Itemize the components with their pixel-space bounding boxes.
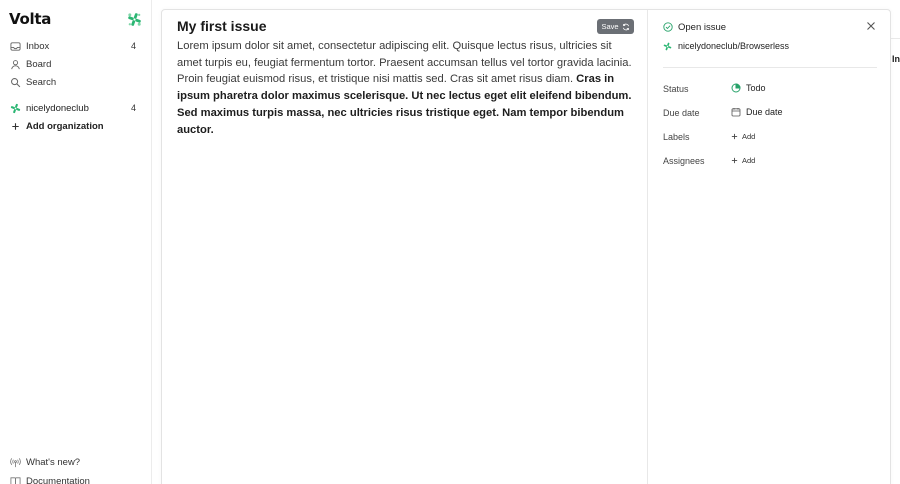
repository-name: nicelydoneclub/Browserless [678,41,790,51]
issue-modal: My first issue Save Lorem ipsum dolor si… [161,9,891,484]
truncated-heading: In [892,54,900,64]
documentation-link[interactable]: Documentation [10,473,142,484]
due-date-picker[interactable]: Due date [731,107,783,117]
sidebar: Volta Inbox 4 Board Search nicelydoneclu… [0,0,152,484]
sidebar-item-label: Add organization [26,120,104,132]
search-icon [11,77,21,87]
save-button[interactable]: Save [597,19,634,34]
inbox-icon [10,41,21,51]
plus-icon [12,122,19,130]
user-icon [11,59,20,69]
sidebar-item-label: Board [26,58,52,70]
sidebar-item-org[interactable]: nicelydoneclub 4 [10,100,142,116]
org-switcher-icon[interactable] [127,12,142,27]
org-count-badge: 4 [130,103,136,113]
background-page-edge: In [890,0,900,484]
sidebar-item-label: Search [26,76,57,88]
sync-icon [622,23,629,30]
sidebar-item-board[interactable]: Board [10,56,142,72]
issue-body-text: Lorem ipsum dolor sit amet, consectetur … [177,40,632,86]
open-issue-link[interactable]: Open issue [663,20,726,34]
sidebar-item-search[interactable]: Search [10,74,142,90]
due-date-label: Due date [663,108,700,118]
open-issue-label: Open issue [678,21,727,33]
repository-link[interactable]: nicelydoneclub/Browserless [663,39,789,53]
sidebar-item-inbox[interactable]: Inbox 4 [10,38,142,54]
status-value: Todo [746,83,766,93]
add-label-button[interactable]: Add [731,132,755,141]
status-todo-icon [731,83,741,93]
save-button-label: Save [601,22,619,31]
add-organization-button[interactable]: Add organization [10,118,142,134]
issue-body[interactable]: Lorem ipsum dolor sit amet, consectetur … [177,38,632,138]
sidebar-item-label: Documentation [26,475,90,484]
inbox-count-badge: 4 [130,41,136,51]
sidebar-item-label: Inbox [26,40,50,52]
issue-title[interactable]: My first issue [177,18,266,34]
add-assignee-text: Add [742,156,756,165]
calendar-icon [731,108,741,117]
add-label-text: Add [742,132,756,141]
sidebar-item-label: What's new? [26,456,81,468]
plus-icon [731,157,738,164]
add-assignee-button[interactable]: Add [731,156,755,165]
plus-icon [731,133,738,140]
sidebar-item-label: nicelydoneclub [26,102,89,114]
app-logo[interactable]: Volta [9,10,51,28]
divider [663,67,877,68]
whats-new-link[interactable]: What's new? [10,454,142,470]
divider [890,38,900,39]
circle-check-icon [663,22,673,32]
book-icon [10,476,21,484]
org-icon [663,42,672,50]
issue-editor: My first issue Save Lorem ipsum dolor si… [162,10,648,484]
status-select[interactable]: Todo [731,83,766,93]
labels-label: Labels [663,132,690,142]
assignees-label: Assignees [663,156,705,166]
due-date-value: Due date [746,107,783,117]
org-icon [10,103,21,113]
close-icon[interactable] [866,21,876,31]
issue-details-panel: Open issue nicelydoneclub/Browserless St… [649,10,890,484]
status-label: Status [663,84,689,94]
broadcast-icon [10,457,21,467]
